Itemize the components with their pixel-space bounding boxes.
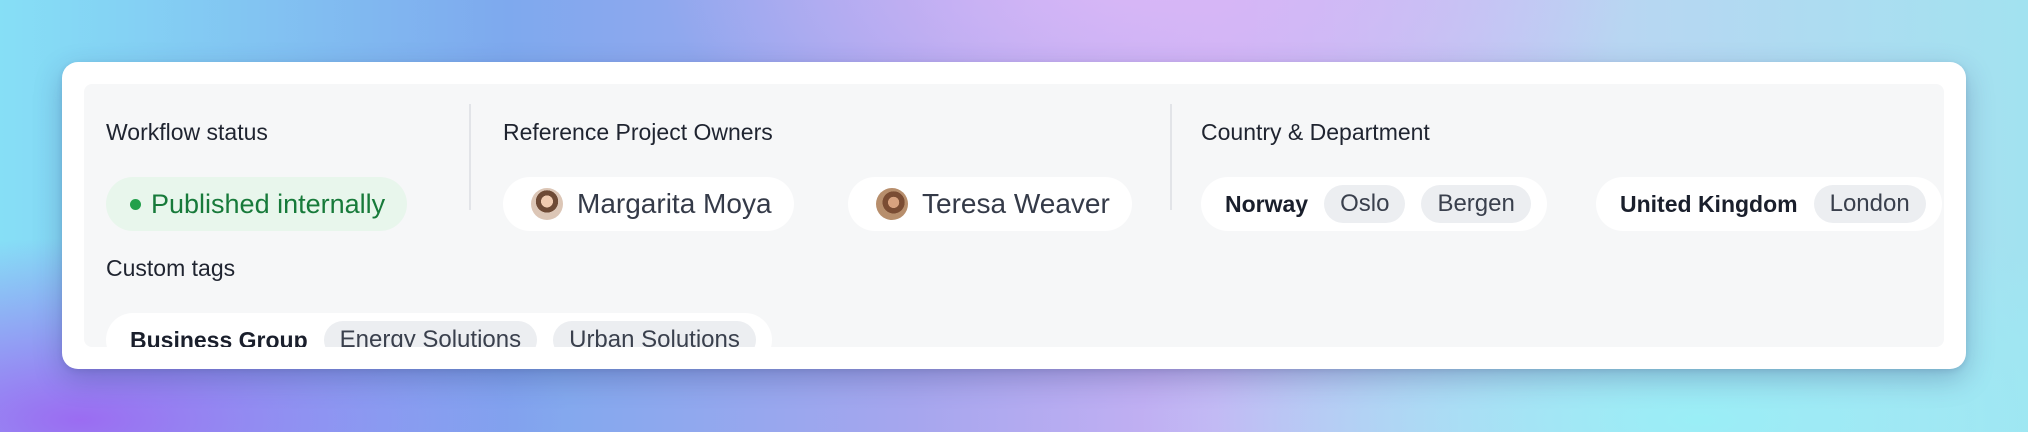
workflow-status-text: Published internally bbox=[151, 188, 386, 219]
country-group-united-kingdom[interactable]: United Kingdom London bbox=[1596, 177, 1942, 231]
workflow-status-label: Workflow status bbox=[106, 119, 268, 145]
custom-tag-group-business-group[interactable]: Business Group Energy Solutions Urban So… bbox=[106, 313, 772, 347]
department-tag[interactable]: Bergen bbox=[1421, 185, 1531, 223]
status-dot-icon bbox=[130, 198, 141, 210]
custom-tag[interactable]: Urban Solutions bbox=[553, 321, 756, 347]
country-department-label: Country & Department bbox=[1201, 119, 1430, 145]
section-divider bbox=[469, 104, 471, 210]
owner-chip-teresa-weaver[interactable]: Teresa Weaver bbox=[848, 177, 1132, 231]
custom-tags-label: Custom tags bbox=[106, 255, 236, 281]
owner-name: Margarita Moya bbox=[577, 188, 772, 219]
country-name: Norway bbox=[1225, 190, 1309, 217]
properties-card: Workflow status Published internally Ref… bbox=[62, 62, 1966, 369]
department-tag[interactable]: Oslo bbox=[1324, 185, 1406, 223]
country-name: United Kingdom bbox=[1620, 190, 1798, 217]
tag-group-name: Business Group bbox=[130, 326, 308, 348]
owner-name: Teresa Weaver bbox=[922, 188, 1110, 219]
country-group-norway[interactable]: Norway Oslo Bergen bbox=[1201, 177, 1547, 231]
avatar-icon bbox=[876, 188, 908, 220]
section-divider bbox=[1170, 104, 1172, 210]
avatar-icon bbox=[531, 188, 563, 220]
reference-project-owners-label: Reference Project Owners bbox=[503, 119, 773, 145]
owner-chip-margarita-moya[interactable]: Margarita Moya bbox=[503, 177, 794, 231]
department-tag[interactable]: London bbox=[1813, 185, 1926, 223]
workflow-status-badge[interactable]: Published internally bbox=[106, 177, 408, 231]
custom-tag[interactable]: Energy Solutions bbox=[323, 321, 538, 347]
properties-panel: Workflow status Published internally Ref… bbox=[84, 84, 1944, 347]
